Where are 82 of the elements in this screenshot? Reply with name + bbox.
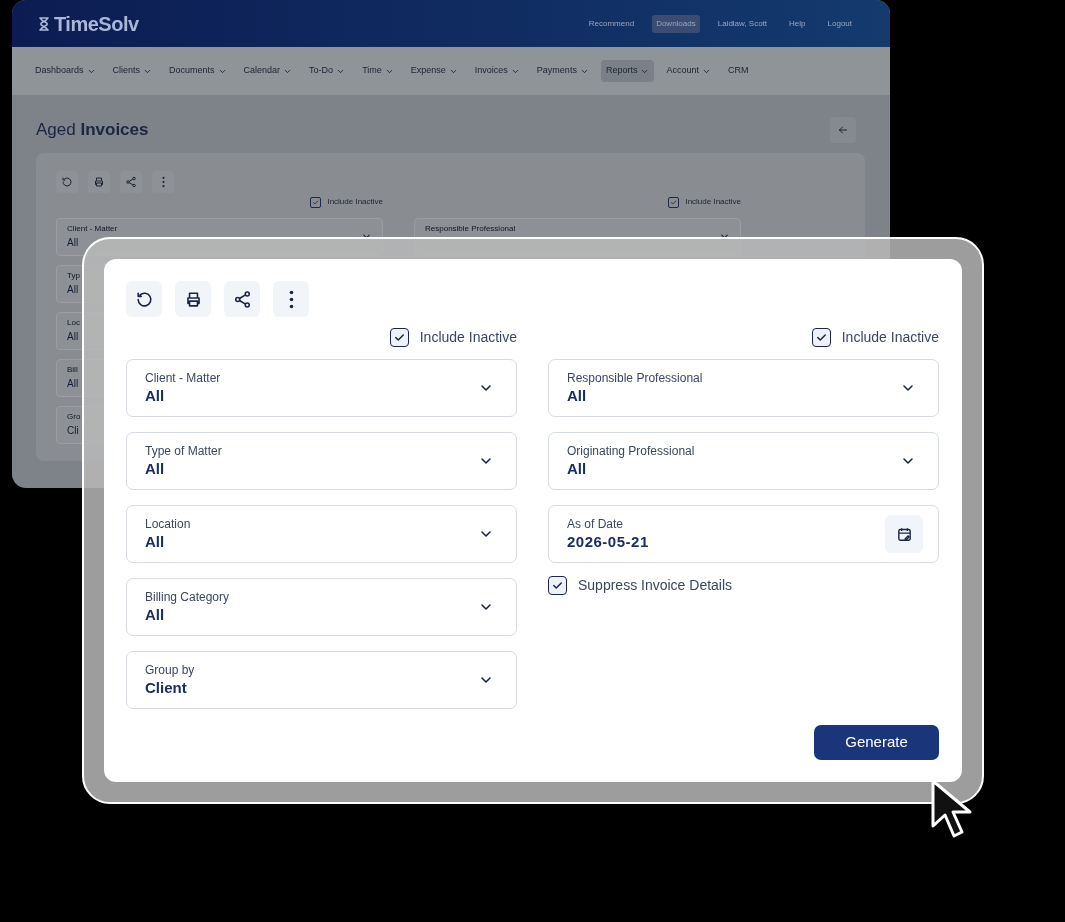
nav-item[interactable]: Calendar	[238, 60, 298, 82]
field-value: All	[67, 330, 80, 344]
calendar-icon	[895, 525, 913, 543]
checkbox[interactable]	[548, 575, 567, 595]
nav-item[interactable]: Clients	[107, 60, 158, 82]
more-button[interactable]	[273, 281, 309, 317]
field-label: Originating Professional	[567, 443, 695, 459]
refresh-button[interactable]	[126, 281, 162, 317]
top-link[interactable]: Laidlaw, Scott	[713, 14, 772, 33]
nav-item[interactable]: Reports	[600, 60, 655, 82]
nav-item[interactable]: Documents	[164, 60, 232, 82]
field-label: Client - Matter	[67, 223, 118, 235]
dropdown-field[interactable]: Originating Professional All	[548, 432, 939, 490]
date-field[interactable]: As of Date 2026-05-21	[548, 505, 939, 563]
hourglass-icon	[36, 15, 52, 32]
field-label: Type of Matter	[145, 443, 222, 459]
field-label: As of Date	[567, 516, 625, 532]
field-value: All	[145, 386, 166, 406]
nav-item[interactable]: Time	[357, 60, 399, 82]
refresh-icon	[134, 289, 154, 309]
dropdown-field[interactable]: Responsible Professional All	[548, 359, 939, 417]
nav-item[interactable]: Dashboards	[30, 60, 101, 82]
logo-text: TimeSolv	[54, 11, 139, 37]
field-value: Cli	[67, 424, 80, 438]
print-button[interactable]	[175, 281, 211, 317]
checkbox[interactable]	[668, 196, 680, 208]
more-icon	[288, 289, 294, 309]
field-label: Responsible Professional	[425, 223, 516, 235]
nav-item[interactable]: CRM	[722, 60, 754, 82]
field-label: Responsible Professional	[567, 370, 703, 386]
nav-item[interactable]: Expense	[405, 60, 463, 82]
refresh-icon	[61, 176, 73, 188]
field-value: All	[67, 377, 79, 391]
checkbox-label: Suppress Invoice Details	[578, 575, 733, 595]
field-value: All	[567, 459, 588, 479]
field-value: Client	[145, 678, 188, 698]
printer-icon	[93, 176, 105, 188]
top-link[interactable]: Logout	[823, 14, 856, 33]
dropdown-field[interactable]: Location All	[126, 505, 517, 563]
top-link[interactable]: Help	[785, 14, 810, 33]
checkbox[interactable]	[310, 196, 322, 208]
nav-item[interactable]: Payments	[531, 60, 594, 82]
field-label: Location	[145, 516, 191, 532]
field-value: All	[567, 386, 588, 406]
field-value: All	[145, 605, 166, 625]
check-icon	[311, 197, 321, 207]
more-icon	[161, 176, 165, 188]
share-icon	[232, 289, 252, 309]
page-title: Aged Invoices	[36, 119, 149, 142]
nav-item[interactable]: Account	[661, 60, 716, 82]
field-value: 2026-05-21	[567, 532, 649, 552]
check-icon	[669, 197, 679, 207]
dropdown-field[interactable]: Billing Category All	[126, 578, 517, 636]
checkbox-label: Include Inactive	[685, 196, 741, 208]
checkbox[interactable]	[811, 327, 831, 347]
generate-button[interactable]: Generate	[814, 725, 939, 760]
nav-item[interactable]: Invoices	[469, 60, 525, 82]
checkbox-label: Include Inactive	[841, 327, 939, 347]
top-link[interactable]: Recommend	[584, 14, 639, 33]
checkbox-label: Include Inactive	[419, 327, 517, 347]
field-value: All	[67, 283, 80, 297]
calendar-button[interactable]	[885, 515, 923, 553]
dropdown-field[interactable]: Type of Matter All	[126, 432, 517, 490]
nav-item[interactable]: To-Do	[304, 60, 351, 82]
field-label: Billing Category	[145, 589, 230, 605]
field-label: Bill	[67, 364, 79, 376]
field-value: All	[145, 532, 166, 552]
field-label: Group by	[145, 662, 195, 678]
field-label: Client - Matter	[145, 370, 221, 386]
dropdown-field[interactable]: Client - Matter All	[126, 359, 517, 417]
checkbox-label: Include Inactive	[327, 196, 383, 208]
checkbox[interactable]	[389, 327, 409, 347]
field-value: All	[145, 459, 166, 479]
top-link[interactable]: Downloads	[652, 14, 700, 33]
share-icon	[125, 176, 137, 188]
dropdown-field[interactable]: Group by Client	[126, 651, 517, 709]
back-arrow-icon	[837, 124, 849, 136]
field-label: Gro	[67, 411, 81, 423]
share-button[interactable]	[224, 281, 260, 317]
field-label: Loc	[67, 317, 80, 329]
field-value: All	[67, 236, 80, 250]
field-label: Typ	[67, 270, 80, 282]
